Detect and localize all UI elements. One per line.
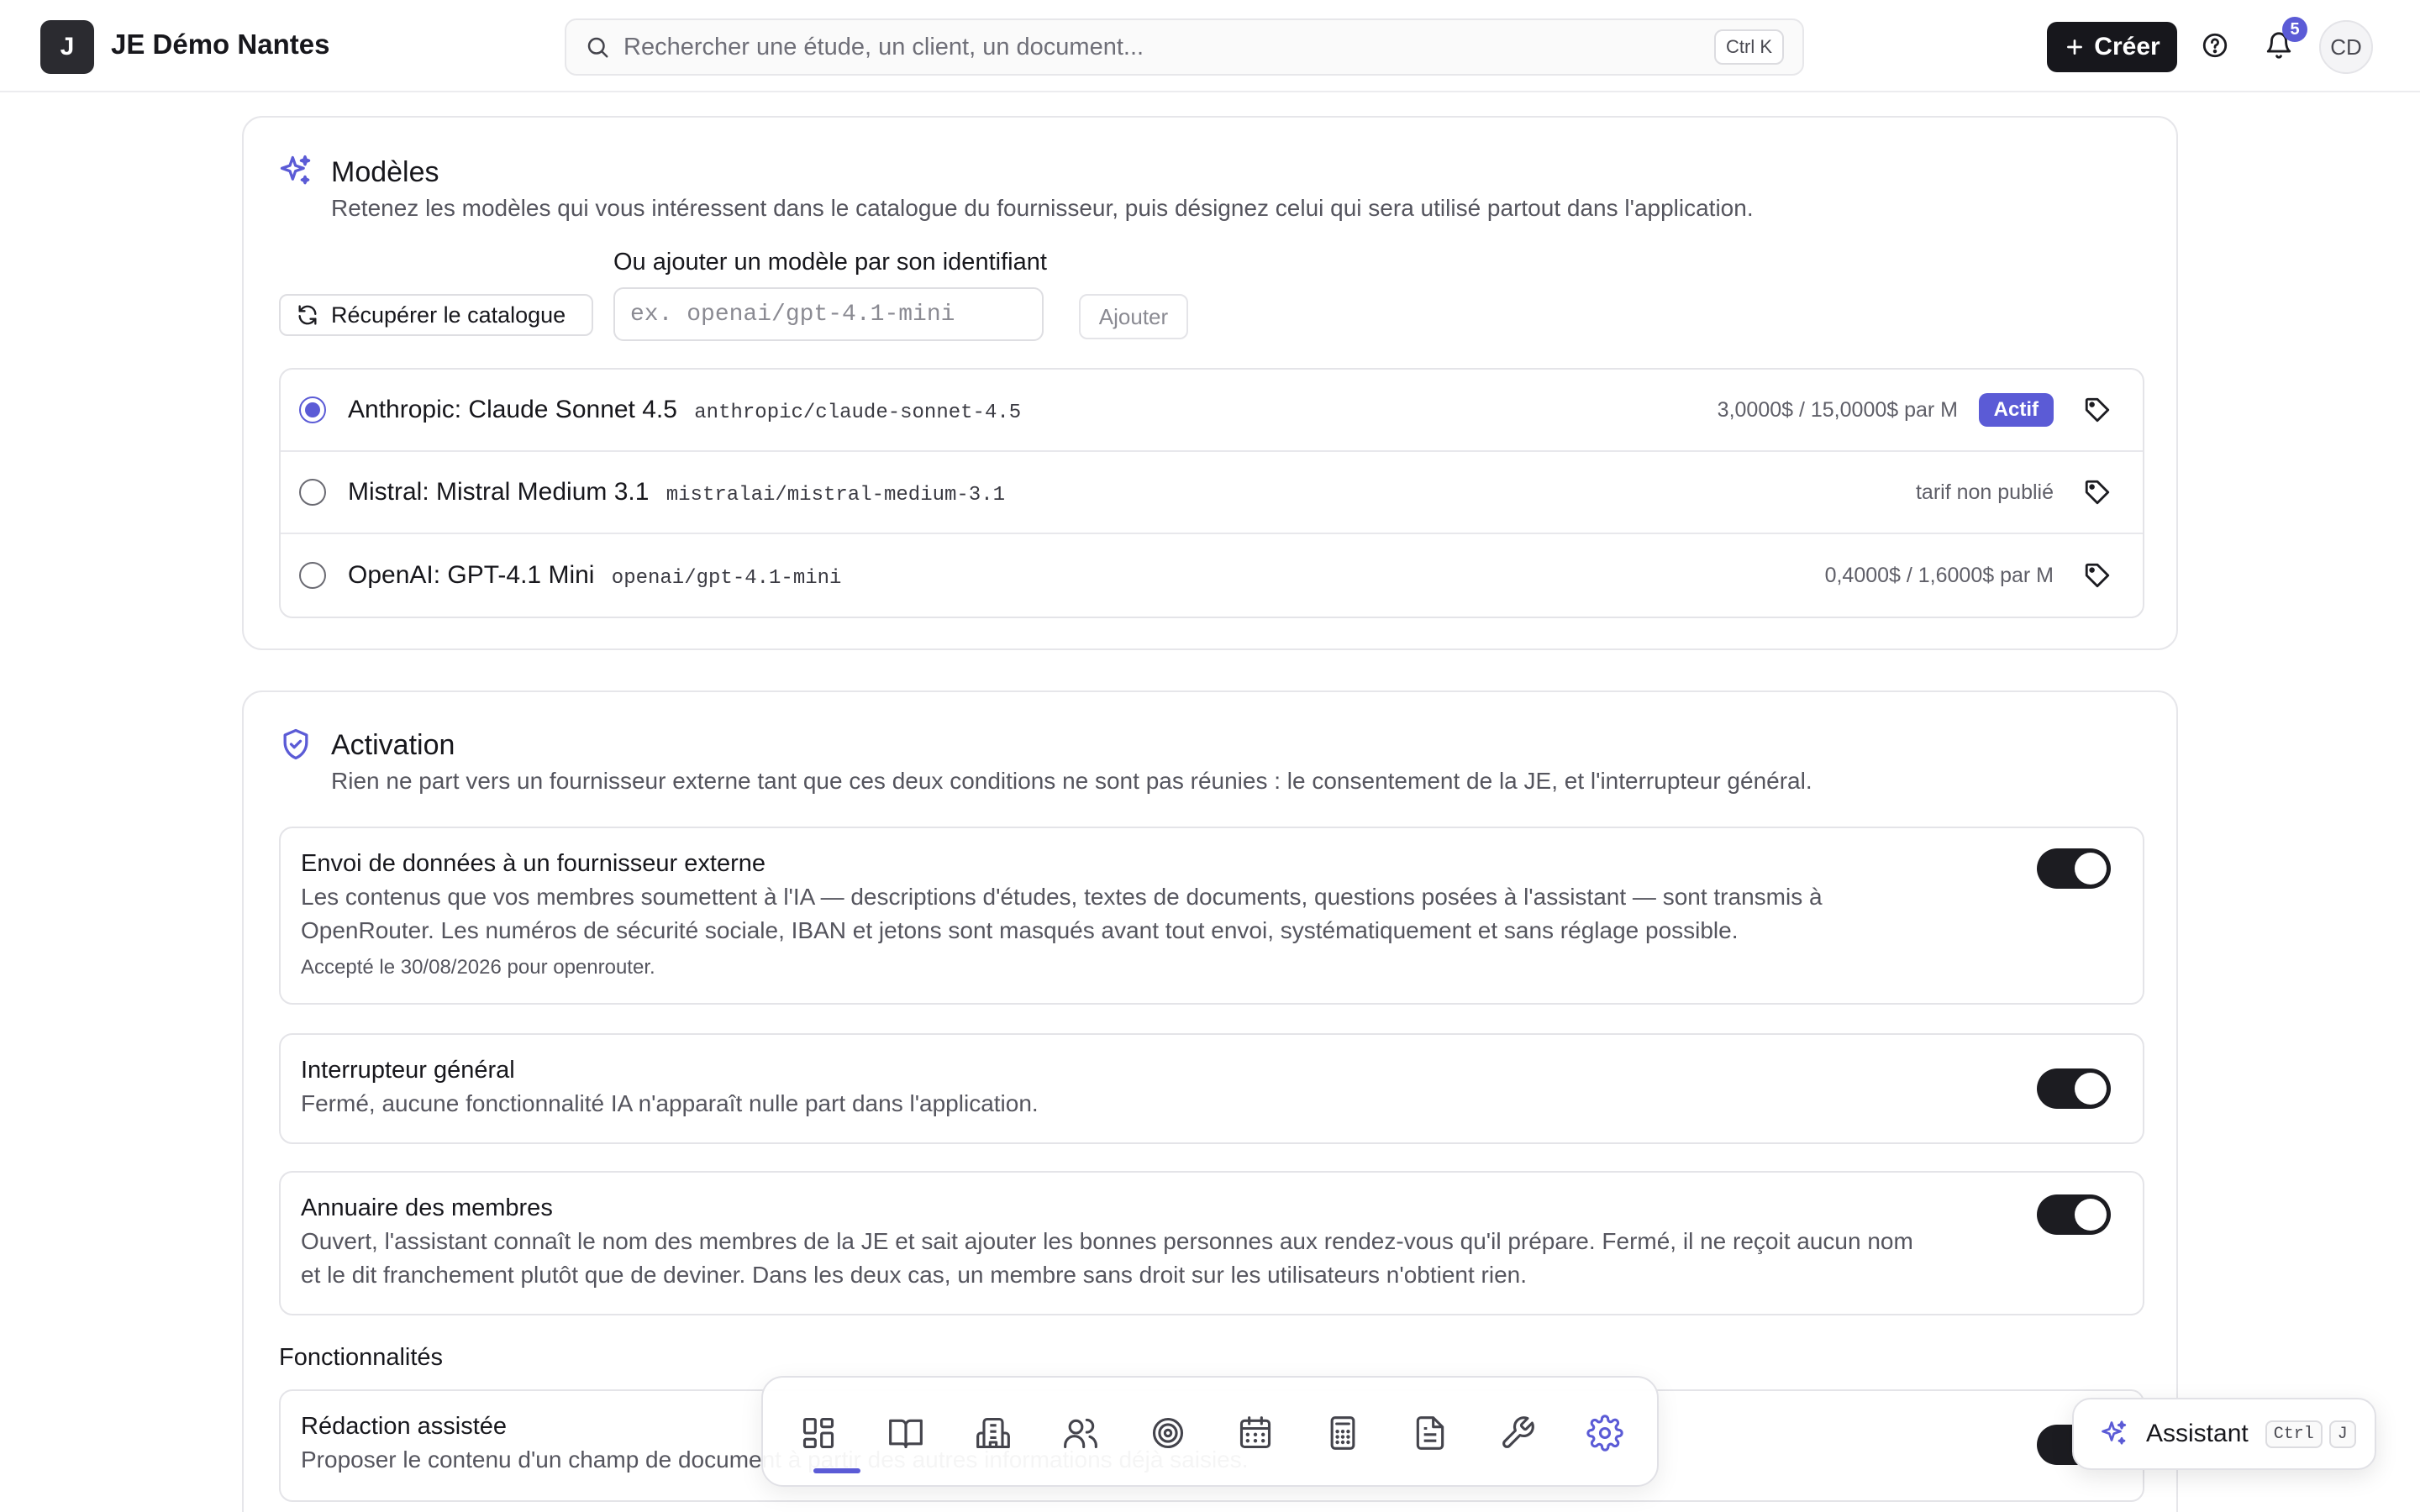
model-price: 0,4000$ / 1,6000$ par M bbox=[1824, 563, 2054, 587]
fetch-catalog-label: Récupérer le catalogue bbox=[331, 302, 566, 328]
activation-description: Rien ne part vers un fournisseur externe… bbox=[331, 768, 1812, 794]
model-id: mistralai/mistral-medium-3.1 bbox=[666, 484, 1006, 507]
tag-icon bbox=[2085, 480, 2110, 505]
shield-check-icon bbox=[283, 728, 308, 760]
model-id-input[interactable] bbox=[613, 287, 1044, 341]
search-shortcut: Ctrl K bbox=[1714, 29, 1784, 65]
org-logo[interactable]: J bbox=[40, 20, 94, 74]
directory-desc-line2: et le dit franchement plutôt que de devi… bbox=[301, 1262, 1528, 1288]
model-name-text: Mistral: Mistral Medium 3.1 bbox=[348, 478, 650, 506]
directory-desc-line1: Ouvert, l'assistant connaît le nom des m… bbox=[301, 1228, 1913, 1254]
model-id: openai/gpt-4.1-mini bbox=[611, 567, 842, 590]
dock-active-indicator bbox=[813, 1468, 860, 1473]
tag-button[interactable] bbox=[2081, 393, 2114, 427]
master-switch-setting: Interrupteur général Fermé, aucune fonct… bbox=[279, 1033, 2144, 1144]
calculator-icon bbox=[1330, 1416, 1355, 1450]
directory-setting: Annuaire des membres Ouvert, l'assistant… bbox=[279, 1171, 2144, 1315]
model-radio[interactable] bbox=[299, 479, 326, 506]
tag-icon bbox=[2085, 563, 2110, 588]
create-label: Créer bbox=[2094, 33, 2160, 60]
master-switch-toggle[interactable] bbox=[2037, 1068, 2111, 1109]
model-radio-selected[interactable] bbox=[299, 396, 326, 423]
dock-users[interactable] bbox=[1055, 1408, 1106, 1458]
create-button[interactable]: Créer bbox=[2047, 22, 2177, 72]
assistant-shortcut-key: J bbox=[2328, 1420, 2356, 1448]
refresh-icon bbox=[298, 305, 317, 325]
models-card: Modèles Retenez les modèles qui vous int… bbox=[242, 116, 2178, 650]
calendar-icon bbox=[1239, 1416, 1271, 1449]
model-id: anthropic/claude-sonnet-4.5 bbox=[694, 402, 1022, 424]
model-name: OpenAI: GPT-4.1 Mini openai/gpt-4.1-mini bbox=[348, 561, 841, 590]
model-row-claude-sonnet[interactable]: Anthropic: Claude Sonnet 4.5 anthropic/c… bbox=[281, 370, 2143, 452]
bottom-dock bbox=[761, 1376, 1659, 1487]
consent-desc-line1: Les contenus que vos membres soumettent … bbox=[301, 884, 1823, 910]
dock-dashboard[interactable] bbox=[793, 1408, 844, 1458]
dock-target[interactable] bbox=[1143, 1408, 1193, 1458]
assistant-shortcut-ctrl: Ctrl bbox=[2265, 1420, 2323, 1448]
model-price: 3,0000$ / 15,0000$ par M bbox=[1717, 397, 1958, 422]
model-price: tarif non publié bbox=[1915, 480, 2054, 504]
plus-icon bbox=[2067, 39, 2083, 55]
features-heading: Fonctionnalités bbox=[279, 1344, 444, 1371]
sparkles-icon bbox=[280, 155, 311, 185]
model-radio[interactable] bbox=[299, 562, 326, 589]
dock-calculator[interactable] bbox=[1318, 1408, 1368, 1458]
add-model-label: Ou ajouter un modèle par son identifiant bbox=[613, 249, 1047, 276]
consent-desc-line2: OpenRouter. Les numéros de sécurité soci… bbox=[301, 917, 1739, 943]
dock-clients[interactable] bbox=[968, 1408, 1018, 1458]
active-badge: Actif bbox=[1978, 393, 2054, 427]
consent-title: Envoi de données à un fournisseur extern… bbox=[301, 850, 765, 877]
model-name: Anthropic: Claude Sonnet 4.5 anthropic/c… bbox=[348, 396, 1021, 424]
help-button[interactable] bbox=[2198, 29, 2232, 62]
search-input[interactable] bbox=[623, 33, 1714, 61]
dock-documents[interactable] bbox=[1405, 1408, 1455, 1458]
wrench-icon bbox=[1502, 1416, 1534, 1448]
building-icon bbox=[976, 1417, 1010, 1449]
tag-button[interactable] bbox=[2081, 559, 2114, 592]
activation-title: Activation bbox=[331, 729, 455, 761]
models-description: Retenez les modèles qui vous intéressent… bbox=[331, 195, 1754, 221]
user-avatar[interactable]: CD bbox=[2319, 20, 2373, 74]
search-icon bbox=[587, 37, 608, 58]
add-model-button[interactable]: Ajouter bbox=[1079, 294, 1188, 339]
tag-button[interactable] bbox=[2081, 475, 2114, 509]
models-title: Modèles bbox=[331, 156, 439, 188]
global-search[interactable]: Ctrl K bbox=[565, 18, 1804, 76]
assistant-button[interactable]: Assistant Ctrl J bbox=[2072, 1398, 2376, 1470]
dock-book[interactable] bbox=[881, 1408, 931, 1458]
model-row-gpt-4-1-mini[interactable]: OpenAI: GPT-4.1 Mini openai/gpt-4.1-mini… bbox=[281, 534, 2143, 617]
dashboard-icon bbox=[802, 1417, 834, 1449]
sparkles-icon bbox=[2102, 1420, 2127, 1445]
model-name: Mistral: Mistral Medium 3.1 mistralai/mi… bbox=[348, 478, 1005, 507]
help-icon bbox=[2202, 33, 2228, 58]
fetch-catalog-button[interactable]: Récupérer le catalogue bbox=[279, 294, 593, 336]
users-icon bbox=[1064, 1418, 1097, 1449]
target-icon bbox=[1152, 1417, 1184, 1449]
consent-toggle[interactable] bbox=[2037, 848, 2111, 889]
model-row-mistral-medium[interactable]: Mistral: Mistral Medium 3.1 mistralai/mi… bbox=[281, 452, 2143, 534]
assisted-writing-title: Rédaction assistée bbox=[301, 1413, 508, 1440]
dock-calendar[interactable] bbox=[1230, 1408, 1281, 1458]
model-list: Anthropic: Claude Sonnet 4.5 anthropic/c… bbox=[279, 368, 2144, 618]
book-icon bbox=[889, 1419, 923, 1449]
tag-icon bbox=[2085, 397, 2110, 423]
consent-note: Accepté le 30/08/2026 pour openrouter. bbox=[301, 956, 655, 979]
directory-title: Annuaire des membres bbox=[301, 1194, 553, 1221]
notification-count-badge: 5 bbox=[2282, 17, 2307, 42]
org-name[interactable]: JE Démo Nantes bbox=[111, 29, 329, 60]
directory-toggle[interactable] bbox=[2037, 1194, 2111, 1235]
top-bar: J JE Démo Nantes Ctrl K Créer 5 CD bbox=[0, 0, 2420, 92]
model-name-text: Anthropic: Claude Sonnet 4.5 bbox=[348, 396, 677, 423]
dock-tools[interactable] bbox=[1492, 1408, 1543, 1458]
document-icon bbox=[1416, 1416, 1444, 1450]
dock-settings[interactable] bbox=[1580, 1408, 1630, 1458]
assistant-label: Assistant bbox=[2146, 1420, 2249, 1447]
model-name-text: OpenAI: GPT-4.1 Mini bbox=[348, 561, 595, 589]
master-switch-title: Interrupteur général bbox=[301, 1057, 515, 1084]
settings-icon bbox=[1586, 1415, 1623, 1452]
master-switch-desc: Fermé, aucune fonctionnalité IA n'appara… bbox=[301, 1090, 1039, 1116]
consent-setting: Envoi de données à un fournisseur extern… bbox=[279, 827, 2144, 1005]
